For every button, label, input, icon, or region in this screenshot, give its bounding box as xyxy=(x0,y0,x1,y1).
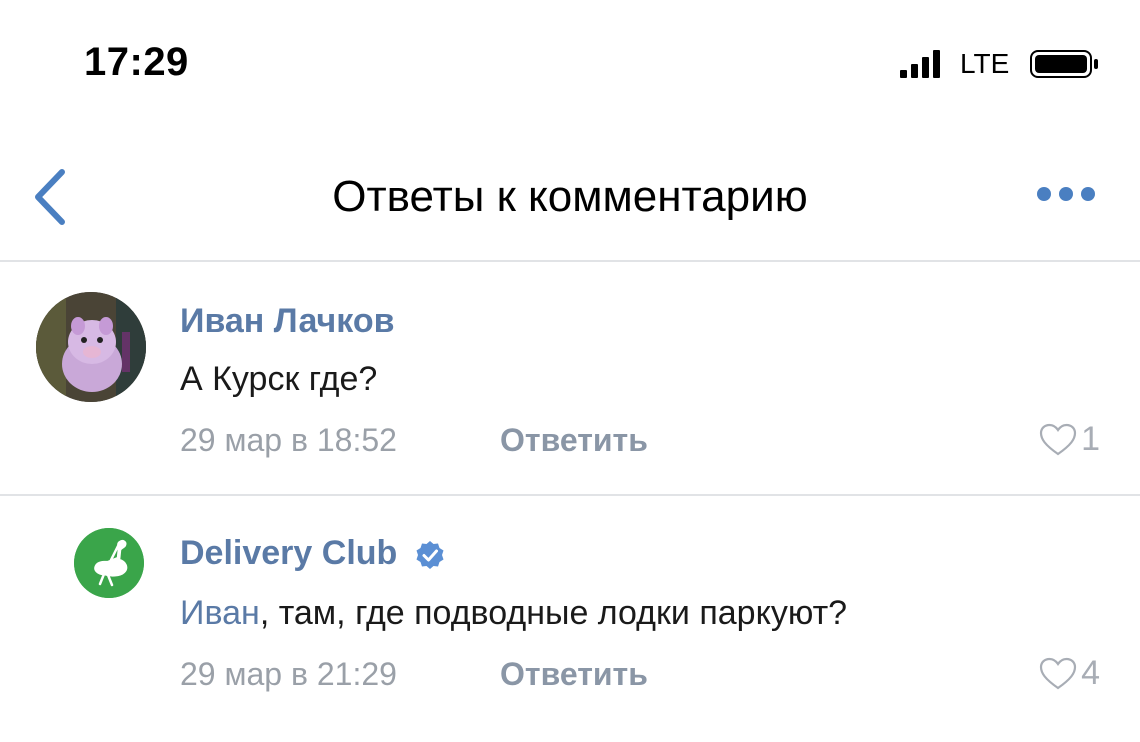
heart-icon xyxy=(1039,657,1077,689)
mention-link[interactable]: Иван xyxy=(180,594,260,632)
ostrich-logo-icon xyxy=(74,528,144,598)
like-count: 1 xyxy=(1081,420,1100,458)
comment-author[interactable]: Иван Лачков xyxy=(180,302,395,341)
network-type: LTE xyxy=(960,48,1010,79)
author-name: Delivery Club xyxy=(180,534,398,572)
cartoon-pig-avatar-icon xyxy=(36,292,146,402)
battery-icon xyxy=(1030,50,1098,78)
navigation-bar: Ответы к комментарию xyxy=(0,140,1140,260)
brand-avatar[interactable] xyxy=(74,528,144,598)
like-button[interactable]: 4 xyxy=(1039,654,1100,693)
user-avatar[interactable] xyxy=(36,292,146,402)
reply-button[interactable]: Ответить xyxy=(500,656,648,693)
comment-body: , там, где подводные лодки паркуют? xyxy=(259,594,848,632)
comment-date: 29 мар в 18:52 xyxy=(180,422,397,458)
reply-button[interactable]: Ответить xyxy=(500,422,648,459)
comment-item: Иван Лачков А Курск где? 29 мар в 18:52 … xyxy=(0,262,1140,462)
status-bar: 17:29 LTE xyxy=(0,0,1140,130)
status-time: 17:29 xyxy=(84,40,189,84)
comment-date: 29 мар в 21:29 xyxy=(180,656,397,692)
comment-item: Delivery Club Иван, там, где подводные л… xyxy=(0,496,1140,696)
heart-icon xyxy=(1039,423,1077,455)
like-button[interactable]: 1 xyxy=(1039,420,1100,459)
more-options-icon[interactable] xyxy=(1034,184,1098,204)
comment-author[interactable]: Delivery Club xyxy=(180,534,445,573)
like-count: 4 xyxy=(1081,654,1100,692)
page-title: Ответы к комментарию xyxy=(332,172,808,221)
verified-badge-icon xyxy=(416,541,444,570)
comment-text: А Курск где? xyxy=(180,360,378,398)
comment-text: Иван, там, где подводные лодки паркуют? xyxy=(180,594,847,633)
signal-strength-icon xyxy=(900,50,940,78)
